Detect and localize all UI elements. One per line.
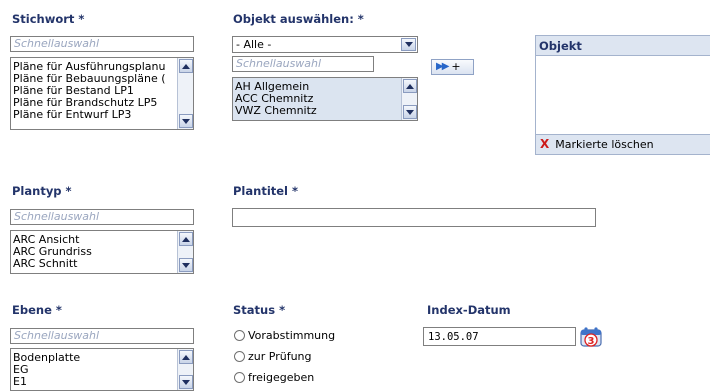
list-item[interactable]: Pläne für Bestand LP1 xyxy=(13,85,176,97)
index-datum-input[interactable] xyxy=(423,327,576,346)
status-label: Status * xyxy=(233,303,286,317)
plantitel-label: Plantitel * xyxy=(233,184,299,198)
calendar-day-text: 3 xyxy=(588,336,595,347)
list-item[interactable]: Pläne für Bebauungspläne ( xyxy=(13,73,176,85)
plantitel-input[interactable] xyxy=(232,208,596,227)
scroll-up-icon[interactable] xyxy=(179,350,193,364)
scroll-up-icon[interactable] xyxy=(403,79,417,93)
stichwort-listbox[interactable]: Pläne für Ausführungsplanu Pläne für Beb… xyxy=(10,57,194,130)
list-item[interactable]: Pläne für Ausführungsplanu xyxy=(13,61,176,73)
list-item[interactable]: Pläne für Brandschutz LP5 xyxy=(13,97,176,109)
list-item[interactable]: Pläne für Entwurf LP3 xyxy=(13,109,176,121)
radio-icon[interactable] xyxy=(234,330,245,341)
list-item[interactable]: E1 xyxy=(13,376,176,388)
scroll-down-icon[interactable] xyxy=(179,375,193,389)
list-item[interactable]: Bodenplatte xyxy=(13,352,176,364)
objekt-quick-search[interactable]: Schnellauswahl xyxy=(232,56,374,72)
objekt-dropdown-value: - Alle - xyxy=(236,38,272,51)
ebene-quick-search[interactable]: Schnellauswahl xyxy=(10,328,194,344)
stichwort-quick-search[interactable]: Schnellauswahl xyxy=(10,36,194,52)
list-item[interactable]: ARC Schnitt xyxy=(13,258,176,270)
objekt-scrollbar[interactable] xyxy=(401,78,417,120)
ebene-listbox[interactable]: Bodenplatte EG E1 xyxy=(10,348,194,391)
calendar-icon[interactable]: 3 xyxy=(578,325,604,347)
scroll-down-icon[interactable] xyxy=(179,258,193,272)
objekt-dropdown[interactable]: - Alle - xyxy=(232,36,418,53)
ebene-scrollbar[interactable] xyxy=(177,349,193,390)
list-item[interactable]: EG xyxy=(13,364,176,376)
status-option-vorabstimmung[interactable]: Vorabstimmung xyxy=(234,329,335,342)
status-option-zur-pruefung[interactable]: zur Prüfung xyxy=(234,350,312,363)
status-option-label: freigegeben xyxy=(248,371,315,384)
scroll-up-icon[interactable] xyxy=(179,59,193,73)
plantyp-scrollbar[interactable] xyxy=(177,231,193,273)
objekt-panel: Objekt X Markierte löschen xyxy=(535,35,710,155)
add-objekt-button[interactable]: ▶▶ + xyxy=(431,59,474,75)
ebene-label: Ebene * xyxy=(12,303,62,317)
radio-icon[interactable] xyxy=(234,351,245,362)
radio-icon[interactable] xyxy=(234,372,245,383)
index-datum-label: Index-Datum xyxy=(427,303,511,317)
list-item[interactable]: AH Allgemein xyxy=(235,81,400,93)
double-arrow-right-icon: ▶▶ xyxy=(436,61,449,72)
delete-marked-button[interactable]: X Markierte löschen xyxy=(536,134,710,154)
status-option-label: zur Prüfung xyxy=(248,350,312,363)
plantyp-quick-search[interactable]: Schnellauswahl xyxy=(10,209,194,225)
status-option-label: Vorabstimmung xyxy=(248,329,336,342)
list-item[interactable]: ACC Chemnitz xyxy=(235,93,400,105)
objekt-listbox[interactable]: AH Allgemein ACC Chemnitz VWZ Chemnitz xyxy=(232,77,418,121)
list-item[interactable]: VWZ Chemnitz xyxy=(235,105,400,117)
list-item[interactable]: ARC Grundriss xyxy=(13,246,176,258)
chevron-down-icon[interactable] xyxy=(401,38,416,51)
scroll-up-icon[interactable] xyxy=(179,232,193,246)
list-item[interactable]: ARC Ansicht xyxy=(13,234,176,246)
scroll-down-icon[interactable] xyxy=(179,114,193,128)
delete-marked-label: Markierte löschen xyxy=(555,138,654,151)
add-label: + xyxy=(451,60,461,73)
stichwort-label: Stichwort * xyxy=(12,12,85,26)
plantyp-label: Plantyp * xyxy=(12,184,72,198)
scroll-down-icon[interactable] xyxy=(403,105,417,119)
objekt-panel-header: Objekt xyxy=(536,36,710,56)
delete-x-icon: X xyxy=(540,137,550,151)
plantyp-listbox[interactable]: ARC Ansicht ARC Grundriss ARC Schnitt xyxy=(10,230,194,274)
status-option-freigegeben[interactable]: freigegeben xyxy=(234,371,314,384)
objekt-auswahl-label: Objekt auswählen: * xyxy=(233,12,364,26)
stichwort-scrollbar[interactable] xyxy=(177,58,193,129)
